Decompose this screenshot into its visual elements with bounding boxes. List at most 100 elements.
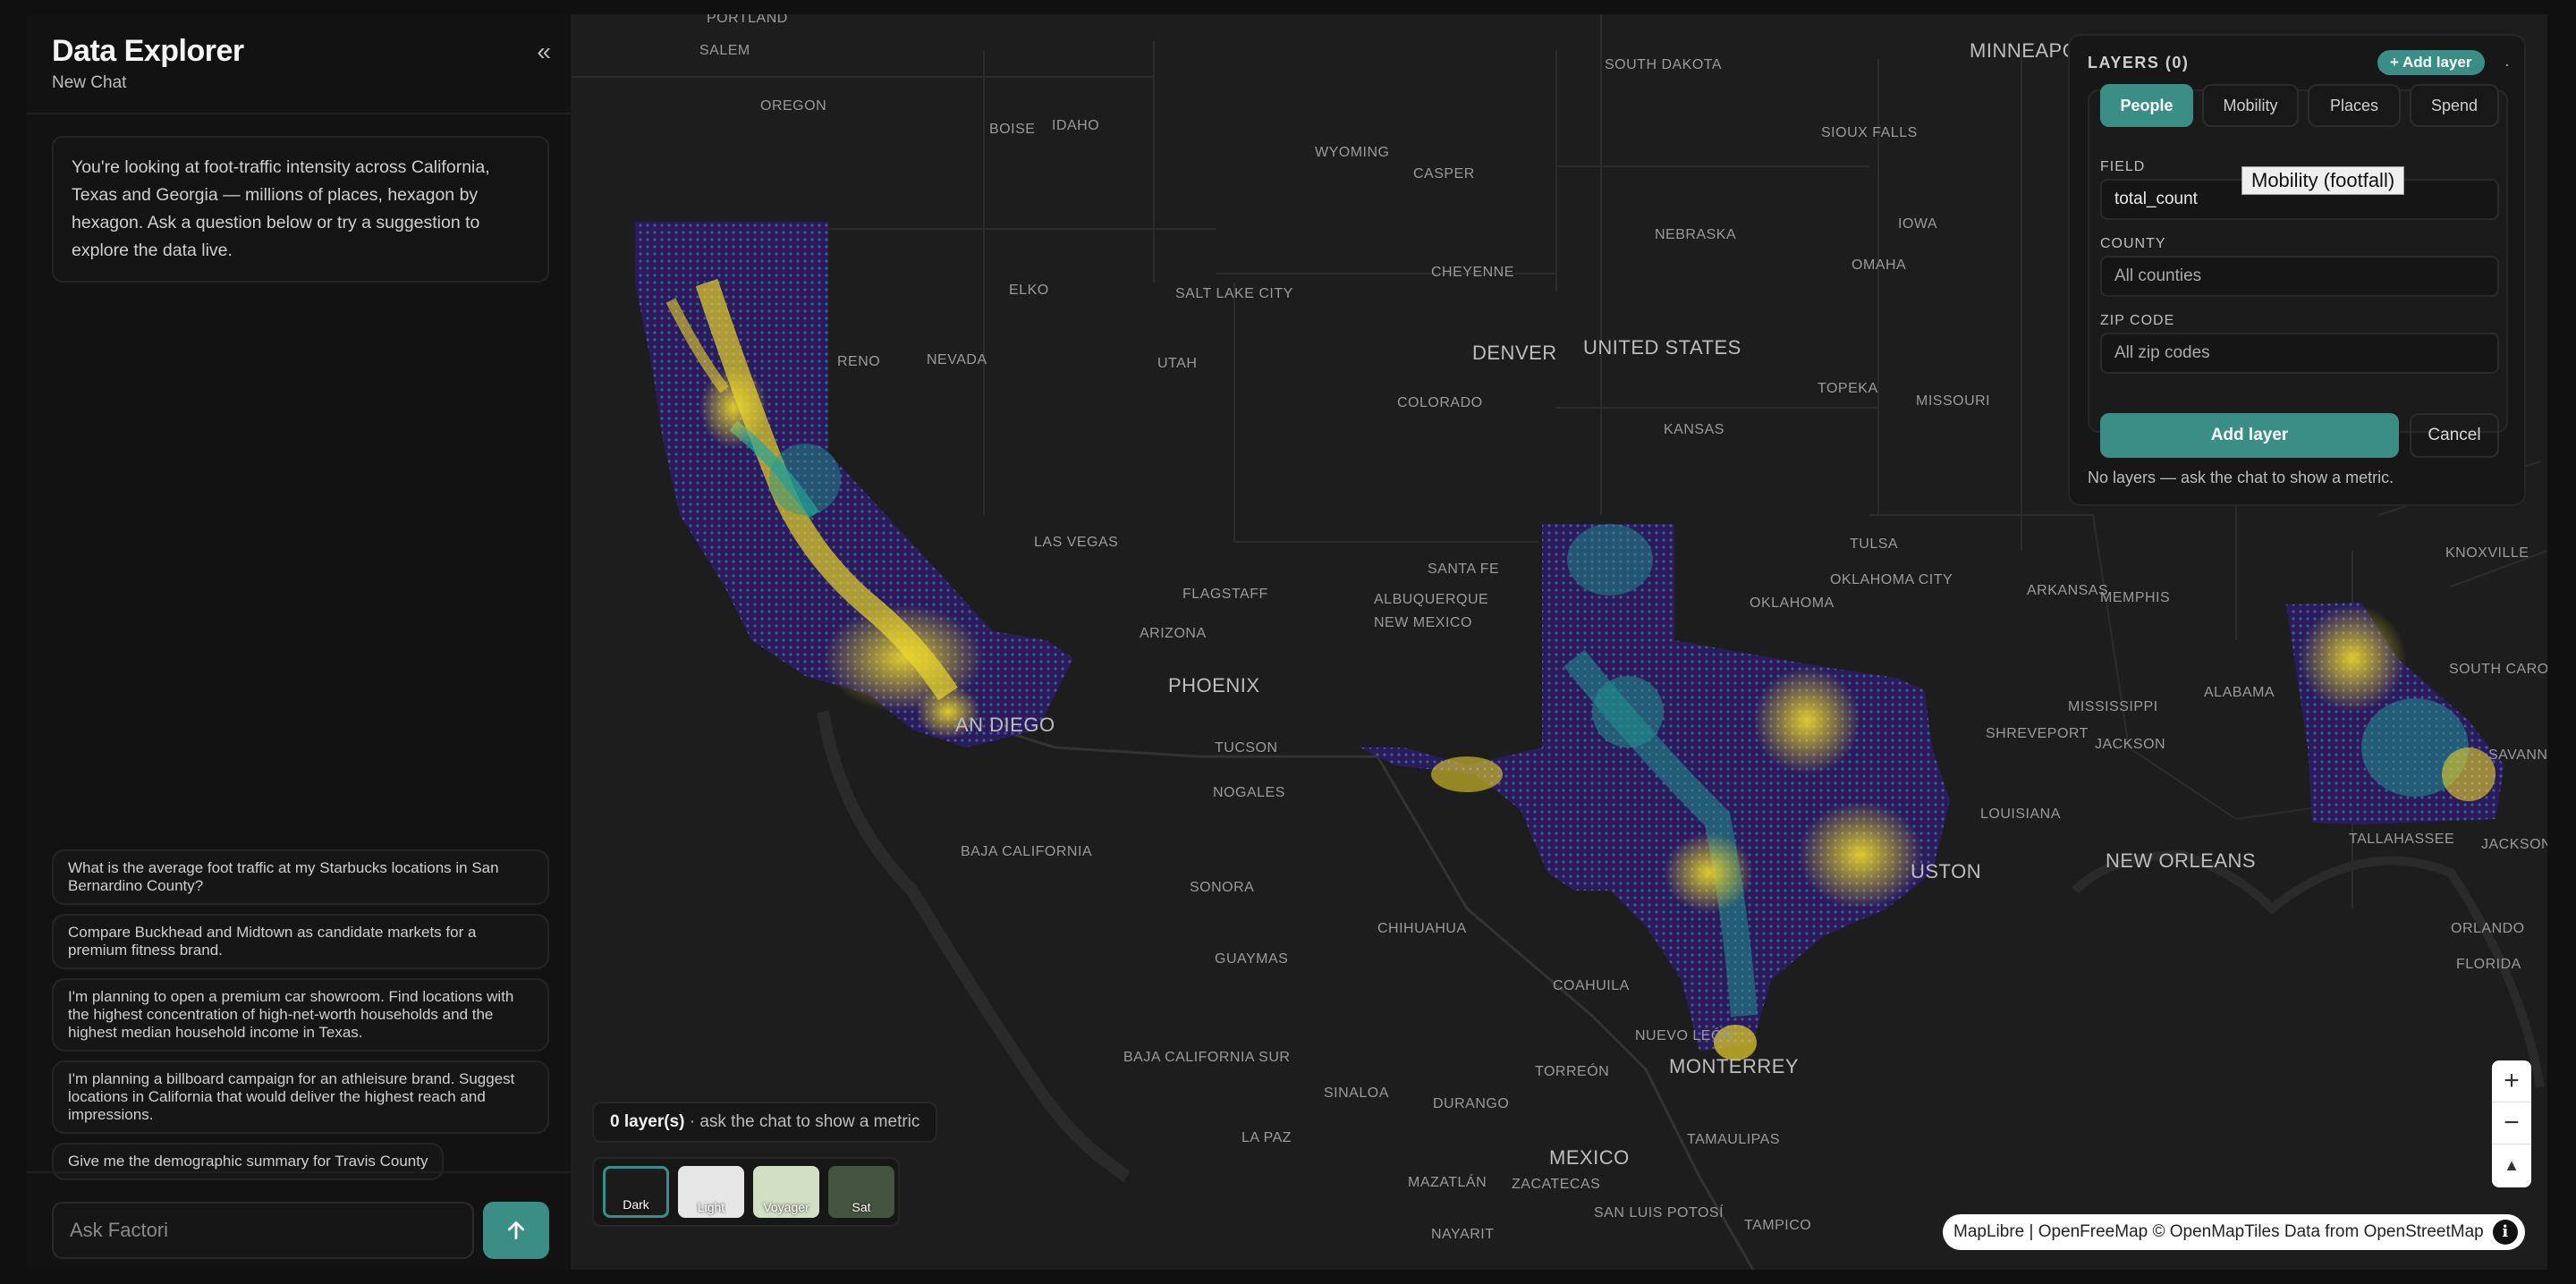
zoom-in-button[interactable]: +	[2492, 1060, 2531, 1102]
suggestion-chip[interactable]: I'm planning to open a premium car showr…	[52, 978, 549, 1052]
map-label: UNITED STATES	[1583, 336, 1741, 359]
add-layer-button[interactable]: Add layer	[2100, 413, 2399, 458]
map-label: TAMAULIPAS	[1687, 1132, 1780, 1147]
send-button[interactable]	[483, 1202, 549, 1259]
map-label: LOUISIANA	[1980, 807, 2061, 822]
map-label: SANTA FE	[1428, 562, 1500, 577]
map-label: COLORADO	[1397, 395, 1483, 410]
map-label: OKLAHOMA CITY	[1830, 572, 1953, 587]
map-label: DENVER	[1472, 342, 1557, 364]
style-label: Light	[697, 1200, 725, 1214]
app-title: Data Explorer	[52, 34, 244, 68]
style-label: Sat	[852, 1200, 871, 1214]
map-label: ALABAMA	[2204, 685, 2275, 700]
map-label: TORREÓN	[1535, 1064, 1610, 1079]
tab-tooltip: Mobility (footfall)	[2241, 166, 2405, 195]
map-label: PHOENIX	[1168, 674, 1260, 697]
map-label: NEW MEXICO	[1374, 615, 1472, 630]
tab-spend[interactable]: Spend	[2410, 84, 2499, 127]
map-label: IDAHO	[1052, 118, 1100, 133]
layer-status: 0 layer(s) · ask the chat to show a metr…	[592, 1102, 938, 1143]
style-label: Voyager	[763, 1200, 809, 1214]
chat-input[interactable]: Ask Factori	[52, 1202, 474, 1259]
map-attribution: MapLibre | OpenFreeMap © OpenMapTiles Da…	[1943, 1214, 2525, 1250]
map-label: JACKSON	[2095, 737, 2166, 752]
map-label: WYOMING	[1315, 145, 1390, 160]
chat-sidebar: Data Explorer New Chat « You're looking …	[27, 14, 572, 1270]
map-label: MAZATLÁN	[1408, 1175, 1487, 1190]
add-layer-header-button[interactable]: + Add layer	[2377, 50, 2485, 75]
map-label: TULSA	[1850, 536, 1899, 552]
tab-places[interactable]: Places	[2308, 84, 2401, 127]
map-label: MONTERREY	[1669, 1055, 1800, 1077]
tab-mobility[interactable]: Mobility	[2202, 84, 2299, 127]
suggestion-chip[interactable]: What is the average foot traffic at my S…	[52, 849, 549, 905]
cancel-button[interactable]: Cancel	[2410, 413, 2499, 458]
map-label: UTAH	[1157, 356, 1198, 371]
layers-empty-text: No layers — ask the chat to show a metri…	[2088, 469, 2394, 486]
map-label: OKLAHOMA	[1750, 596, 1835, 611]
info-icon[interactable]: i	[2492, 1220, 2518, 1245]
map-label: TUCSON	[1215, 740, 1278, 756]
layers-title: LAYERS (0)	[2088, 54, 2190, 72]
suggestion-chip[interactable]: Compare Buckhead and Midtown as candidat…	[52, 914, 549, 969]
zip-select[interactable]: All zip codes	[2100, 333, 2499, 374]
divider	[27, 113, 571, 114]
map-label: DURANGO	[1433, 1096, 1510, 1111]
style-label: Dark	[623, 1197, 649, 1212]
map-label: SALT LAKE CITY	[1175, 286, 1293, 301]
map-label: ARKANSAS	[2027, 583, 2109, 598]
app-window: Data Explorer New Chat « You're looking …	[0, 0, 2576, 1284]
compass-icon[interactable]: ▲	[2492, 1145, 2531, 1187]
tab-people[interactable]: People	[2100, 84, 2193, 127]
map-label: JACKSONVILLE	[2481, 837, 2547, 852]
style-light[interactable]: Light	[678, 1166, 744, 1218]
map-label: BAJA CALIFORNIA	[961, 844, 1093, 859]
map-label: NAYARIT	[1431, 1227, 1495, 1242]
zoom-controls: + − ▲	[2492, 1060, 2531, 1187]
map-label: ZACATECAS	[1512, 1177, 1601, 1192]
map-label: OREGON	[760, 98, 827, 114]
map-label: CHEYENNE	[1431, 265, 1514, 280]
map-label: MEMPHIS	[2100, 590, 2171, 605]
map-label: TOPEKA	[1818, 381, 1878, 396]
map-label: TALLAHASSEE	[2349, 832, 2455, 847]
map-label: ALBUQUERQUE	[1374, 592, 1489, 607]
style-voyager[interactable]: Voyager	[753, 1166, 819, 1218]
suggestion-chip[interactable]: Give me the demographic summary for Trav…	[52, 1143, 445, 1180]
map-label: NUEVO LEÓN	[1635, 1028, 1733, 1043]
county-select[interactable]: All counties	[2100, 256, 2499, 297]
map-label: KANSAS	[1664, 422, 1724, 437]
arrow-up-icon	[508, 1221, 524, 1240]
divider	[27, 1171, 571, 1173]
map-label: ELKO	[1009, 283, 1049, 298]
map-label: NEVADA	[927, 352, 987, 367]
intro-message: You're looking at foot-traffic intensity…	[52, 136, 549, 283]
map-label: SHREVEPORT	[1986, 726, 2089, 741]
zoom-out-button[interactable]: −	[2492, 1102, 2531, 1145]
map-label: COAHUILA	[1553, 978, 1630, 993]
layers-panel: LAYERS (0) + Add layer · People Mobility…	[2068, 34, 2526, 506]
map-label: SAVANNA	[2488, 748, 2547, 763]
layer-count: 0 layer(s)	[610, 1112, 685, 1131]
map-label: USTON	[1911, 860, 1982, 883]
map-label: LAS VEGAS	[1034, 535, 1119, 550]
suggestion-chip[interactable]: I'm planning a billboard campaign for an…	[52, 1060, 549, 1134]
suggestion-list: What is the average foot traffic at my S…	[52, 849, 549, 1189]
collapse-sidebar-icon[interactable]: «	[537, 38, 551, 66]
map-label: OMAHA	[1852, 258, 1907, 273]
map-label: SINALOA	[1324, 1085, 1389, 1101]
map-label: KNOXVILLE	[2445, 545, 2529, 561]
map-label: SAN LUIS POTOSÍ	[1594, 1205, 1724, 1221]
map-label: NEW ORLEANS	[2106, 849, 2257, 872]
style-dark[interactable]: Dark	[603, 1166, 669, 1218]
map-label: MEXICO	[1549, 1146, 1630, 1169]
map-label: NOGALES	[1213, 785, 1285, 800]
style-sat[interactable]: Sat	[828, 1166, 894, 1218]
chat-subtitle: New Chat	[52, 73, 127, 92]
map-label: GUAYMAS	[1215, 951, 1289, 967]
map-label: FLAGSTAFF	[1182, 587, 1268, 602]
more-icon[interactable]: ·	[2504, 55, 2510, 74]
map-label: RENO	[837, 354, 881, 369]
map-label: MISSISSIPPI	[2068, 699, 2158, 714]
